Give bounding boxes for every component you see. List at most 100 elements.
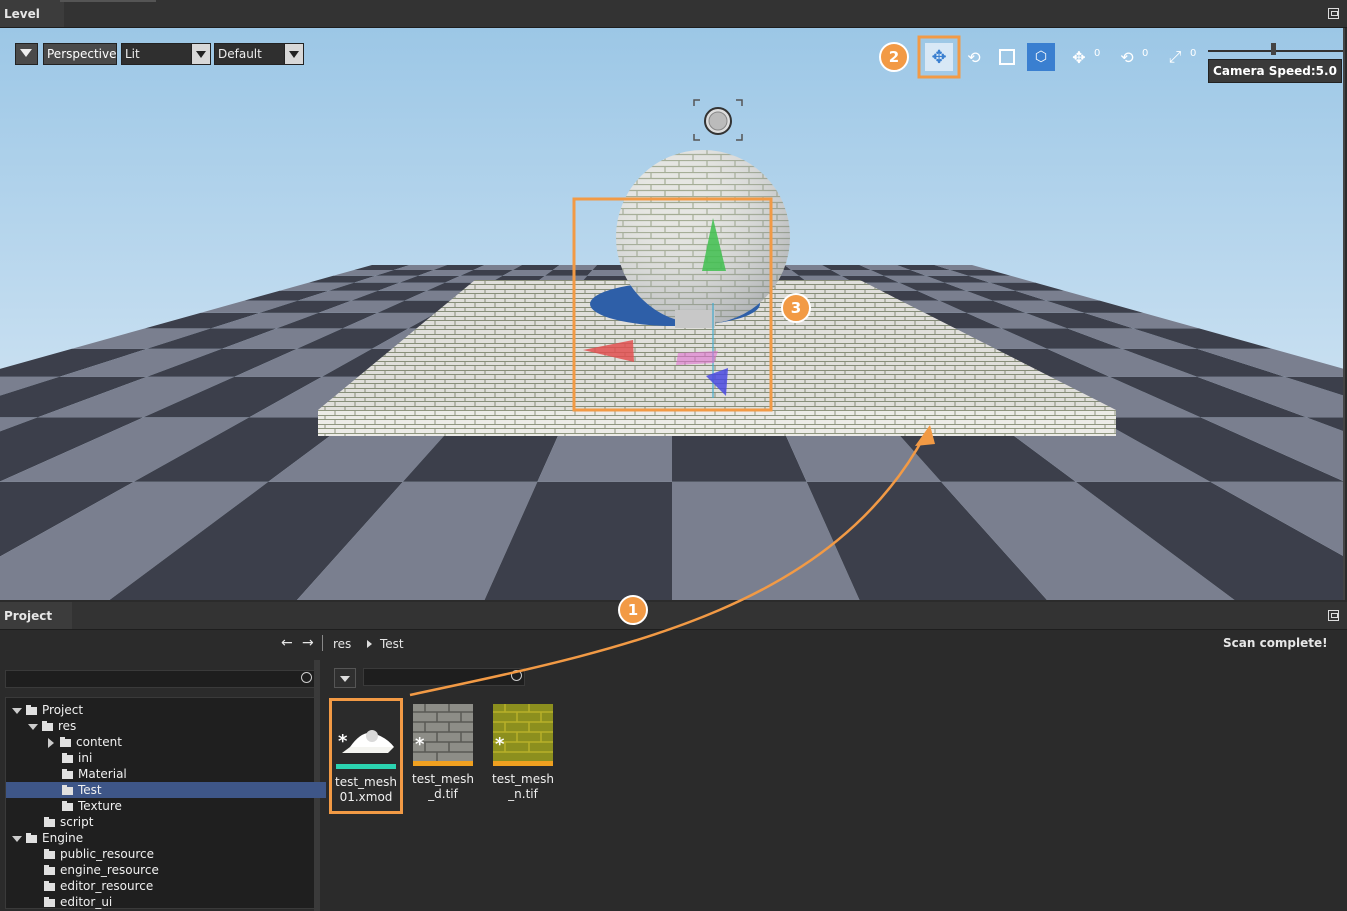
floor-tile	[545, 270, 593, 276]
tree-item-texture[interactable]: Texture	[6, 798, 370, 814]
asset-search-input[interactable]	[363, 668, 525, 686]
space-toggle-button[interactable]: ⬡	[1027, 43, 1055, 71]
tab-divider	[60, 0, 156, 2]
callout-2: 2	[879, 42, 909, 72]
folder-icon	[26, 832, 37, 843]
scale-tool-button[interactable]	[993, 43, 1021, 71]
tree-search-input[interactable]	[5, 670, 315, 688]
tree-item-ini[interactable]: ini	[6, 750, 370, 766]
tree-item-editor-resource[interactable]: editor_resource	[6, 878, 352, 894]
project-dock-icon[interactable]	[1328, 610, 1339, 621]
folder-icon	[62, 800, 73, 811]
asset-type-bar	[493, 761, 553, 766]
normal-thumbnail: *	[493, 704, 553, 766]
move-tool-button[interactable]: ✥	[925, 43, 953, 71]
scene-canvas[interactable]	[0, 28, 1343, 600]
project-panel: Project ← → res Test Scan complete! Proj…	[0, 595, 1347, 911]
project-tabbar: Project	[0, 602, 1347, 630]
open-folder-icon	[62, 784, 73, 795]
breadcrumb-chevron-icon	[367, 640, 372, 648]
platform-front	[318, 410, 1116, 436]
chevron-down-icon[interactable]	[191, 44, 210, 64]
tree-item-label: ini	[78, 751, 93, 765]
scale-icon	[999, 49, 1015, 65]
scale-snap-value: 0	[1190, 48, 1197, 59]
folder-icon	[44, 816, 55, 827]
level-viewport[interactable]: Perspective Lit Default ✥ ⟲ ⬡ ✥ 0 ⟲ 0 ⤢ …	[0, 28, 1345, 600]
asset-name: test_mesh 01.xmod	[332, 775, 400, 805]
camera-speed-thumb[interactable]	[1271, 43, 1276, 55]
tree-item-engine[interactable]: Engine	[6, 830, 320, 846]
tree-item-res[interactable]: res	[6, 718, 336, 734]
move-snap-value: 0	[1094, 48, 1101, 59]
rotate-snap-value: 0	[1142, 48, 1149, 59]
rotate-snap-button[interactable]: ⟲	[1113, 43, 1141, 71]
asset-item-normal[interactable]: * test_mesh _n.tif	[488, 704, 558, 802]
tree-item-label: res	[58, 719, 77, 733]
tree-item-material[interactable]: Material	[6, 766, 370, 782]
search-icon[interactable]	[511, 670, 522, 681]
camera-speed-label: Camera Speed:5.0	[1208, 59, 1342, 83]
expand-icon[interactable]	[12, 835, 22, 842]
level-dock-icon[interactable]	[1328, 8, 1339, 19]
preset-select[interactable]: Default	[214, 43, 304, 65]
folder-icon	[26, 704, 37, 715]
asset-type-bar	[413, 761, 473, 766]
folder-tree[interactable]: Project res content ini Material Test Te…	[5, 697, 370, 909]
move-icon: ✥	[931, 46, 947, 68]
folder-icon	[62, 752, 73, 763]
rotate-icon: ⟲	[967, 47, 981, 67]
collapse-icon[interactable]	[48, 737, 54, 748]
scale-snap-button[interactable]: ⤢	[1161, 43, 1189, 71]
forward-arrow-icon[interactable]: →	[302, 635, 314, 651]
path-divider	[322, 635, 323, 651]
breadcrumb-res[interactable]: res	[333, 637, 351, 651]
tree-item-editor-ui[interactable]: editor_ui	[6, 894, 352, 910]
asset-type-bar	[336, 764, 396, 769]
funnel-icon	[20, 49, 32, 57]
tree-item-label: Texture	[78, 799, 122, 813]
asset-name-line2: _n.tif	[508, 787, 538, 801]
asset-browser: * test_mesh 01.xmod * test_mesh _d.tif *…	[326, 660, 1347, 911]
tree-item-project[interactable]: Project	[6, 702, 320, 718]
filter-dropdown-button[interactable]	[334, 668, 356, 688]
breadcrumb-test[interactable]: Test	[380, 637, 404, 651]
tree-item-public-resource[interactable]: public_resource	[6, 846, 352, 862]
project-tab[interactable]: Project	[0, 602, 72, 629]
back-arrow-icon[interactable]: ←	[281, 635, 293, 651]
tree-item-label: engine_resource	[60, 863, 159, 877]
folder-icon	[44, 864, 55, 875]
level-tab[interactable]: Level	[0, 0, 64, 27]
asset-name-line1: test_mesh	[335, 775, 397, 789]
chevron-down-icon[interactable]	[284, 44, 303, 64]
path-bar: ← → res Test Scan complete!	[0, 630, 1347, 659]
asset-item-diffuse[interactable]: * test_mesh _d.tif	[408, 704, 478, 802]
move-snap-icon: ✥	[1072, 47, 1086, 67]
viewport-menu-button[interactable]	[15, 43, 38, 65]
rotate-tool-button[interactable]: ⟲	[960, 43, 988, 71]
tree-item-label: Project	[42, 703, 84, 717]
callout-3: 3	[781, 293, 811, 323]
lighting-select[interactable]: Lit	[121, 43, 211, 65]
move-snap-button[interactable]: ✥	[1065, 43, 1093, 71]
asterisk-icon: *	[495, 734, 505, 755]
rotate-snap-icon: ⟲	[1120, 47, 1134, 67]
tree-item-engine-resource[interactable]: engine_resource	[6, 862, 352, 878]
folder-icon	[62, 768, 73, 779]
mesh-thumbnail: *	[336, 705, 396, 769]
tree-item-test[interactable]: Test	[6, 782, 370, 798]
expand-icon[interactable]	[28, 723, 38, 730]
tree-item-label: editor_ui	[60, 895, 113, 909]
view-mode-button[interactable]: Perspective	[43, 43, 117, 65]
asset-name: test_mesh _n.tif	[488, 772, 558, 802]
gizmo-plane-handle[interactable]	[676, 351, 718, 365]
tree-item-script[interactable]: script	[6, 814, 352, 830]
asset-item-mesh[interactable]: * test_mesh 01.xmod	[329, 698, 403, 814]
expand-icon[interactable]	[12, 707, 22, 714]
tree-item-content[interactable]: content	[6, 734, 354, 750]
tree-item-label: Test	[78, 783, 102, 797]
asterisk-icon: *	[415, 734, 425, 755]
folder-icon	[42, 720, 53, 731]
tree-item-label: public_resource	[60, 847, 155, 861]
search-icon[interactable]	[301, 672, 312, 683]
